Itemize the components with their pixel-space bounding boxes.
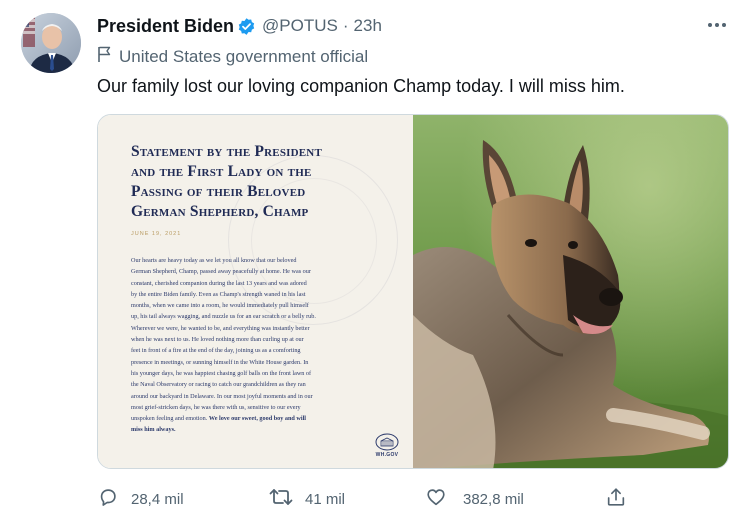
statement-body-line: up, his tail always wagging, and nuzzle …: [131, 313, 316, 321]
like-count: 382,8 mil: [463, 490, 524, 508]
tweet-text: Our family lost our loving companion Cha…: [97, 76, 625, 96]
government-label[interactable]: United States government official: [97, 46, 368, 68]
statement-body-line: when he was next to us. He loved nothing…: [131, 336, 304, 344]
statement-image[interactable]: Statement by the President and the First…: [98, 115, 413, 468]
statement-title-line: Passing of their Beloved: [131, 183, 306, 200]
statement-title-line: German Shepherd, Champ: [131, 203, 309, 220]
statement-body-line: Our hearts are heavy today as we let you…: [131, 257, 297, 264]
more-options-icon[interactable]: [703, 17, 731, 33]
media-container[interactable]: Statement by the President and the First…: [97, 114, 729, 469]
statement-body-line: German Shepherd, Champ, passed away peac…: [131, 268, 311, 276]
share-icon: [605, 486, 627, 513]
heart-icon: [425, 486, 447, 513]
statement-body-line: constant, cherished companion during the…: [131, 279, 307, 287]
statement-body-line: months, when we came into a room, he wou…: [131, 302, 309, 310]
retweet-button[interactable]: 41 mil: [269, 484, 345, 514]
flag-icon: [97, 46, 112, 68]
reply-icon: [97, 486, 119, 513]
tweet-header: President Biden @POTUS · 23h: [97, 15, 382, 37]
statement-date: JUNE 19, 2021: [131, 231, 182, 237]
statement-body: Our hearts are heavy today as we let you…: [131, 255, 389, 436]
share-button[interactable]: [605, 484, 627, 514]
statement-body-line: by the entire Biden family. Even as Cham…: [131, 290, 306, 298]
separator-dot: ·: [342, 16, 349, 35]
verified-badge-icon: [237, 17, 256, 36]
dog-photo[interactable]: [413, 115, 728, 468]
statement-body-line: around our backyard in Delaware. In our …: [131, 392, 313, 400]
avatar[interactable]: [21, 13, 81, 73]
statement-title-line: Statement by the President: [131, 143, 322, 160]
white-house-icon: [375, 433, 399, 451]
statement-body-line: unspoken feeling and emotion. We love ou…: [131, 413, 389, 424]
reply-button[interactable]: 28,4 mil: [97, 484, 184, 514]
statement-body-line: presence in meetings, or sunning himself…: [131, 358, 309, 366]
display-name[interactable]: President Biden: [97, 16, 234, 37]
handle[interactable]: @POTUS: [262, 16, 338, 36]
statement-body-line: most grief-stricken days, he was there w…: [131, 403, 301, 411]
statement-title-line: and the First Lady on the: [131, 163, 312, 180]
statement-body-closing: miss him always.: [131, 426, 176, 434]
reply-count: 28,4 mil: [131, 490, 184, 508]
statement-body-fragment: unspoken feeling and emotion.: [131, 415, 209, 423]
statement-body-line: the Naval Observatory or racing to catch…: [131, 381, 306, 389]
statement-title: Statement by the President and the First…: [131, 142, 391, 222]
statement-body-bold: We love our sweet, good boy and will: [208, 415, 307, 423]
retweet-icon: [269, 486, 293, 513]
tweet-actions: 28,4 mil 41 mil 382,8 mil: [97, 484, 737, 514]
statement-body-line: feet in front of a fire at the end of th…: [131, 347, 301, 355]
statement-body-line: Wherever we were, he wanted to be, and e…: [131, 324, 310, 332]
timestamp[interactable]: 23h: [354, 16, 382, 36]
retweet-count: 41 mil: [305, 490, 346, 508]
statement-body-line: his younger days, he was happiest chasin…: [131, 369, 312, 377]
government-label-text: United States government official: [119, 47, 369, 66]
like-button[interactable]: 382,8 mil: [425, 484, 524, 514]
white-house-logo-label: WH.GOV: [375, 452, 399, 458]
white-house-logo: WH.GOV: [374, 433, 400, 458]
